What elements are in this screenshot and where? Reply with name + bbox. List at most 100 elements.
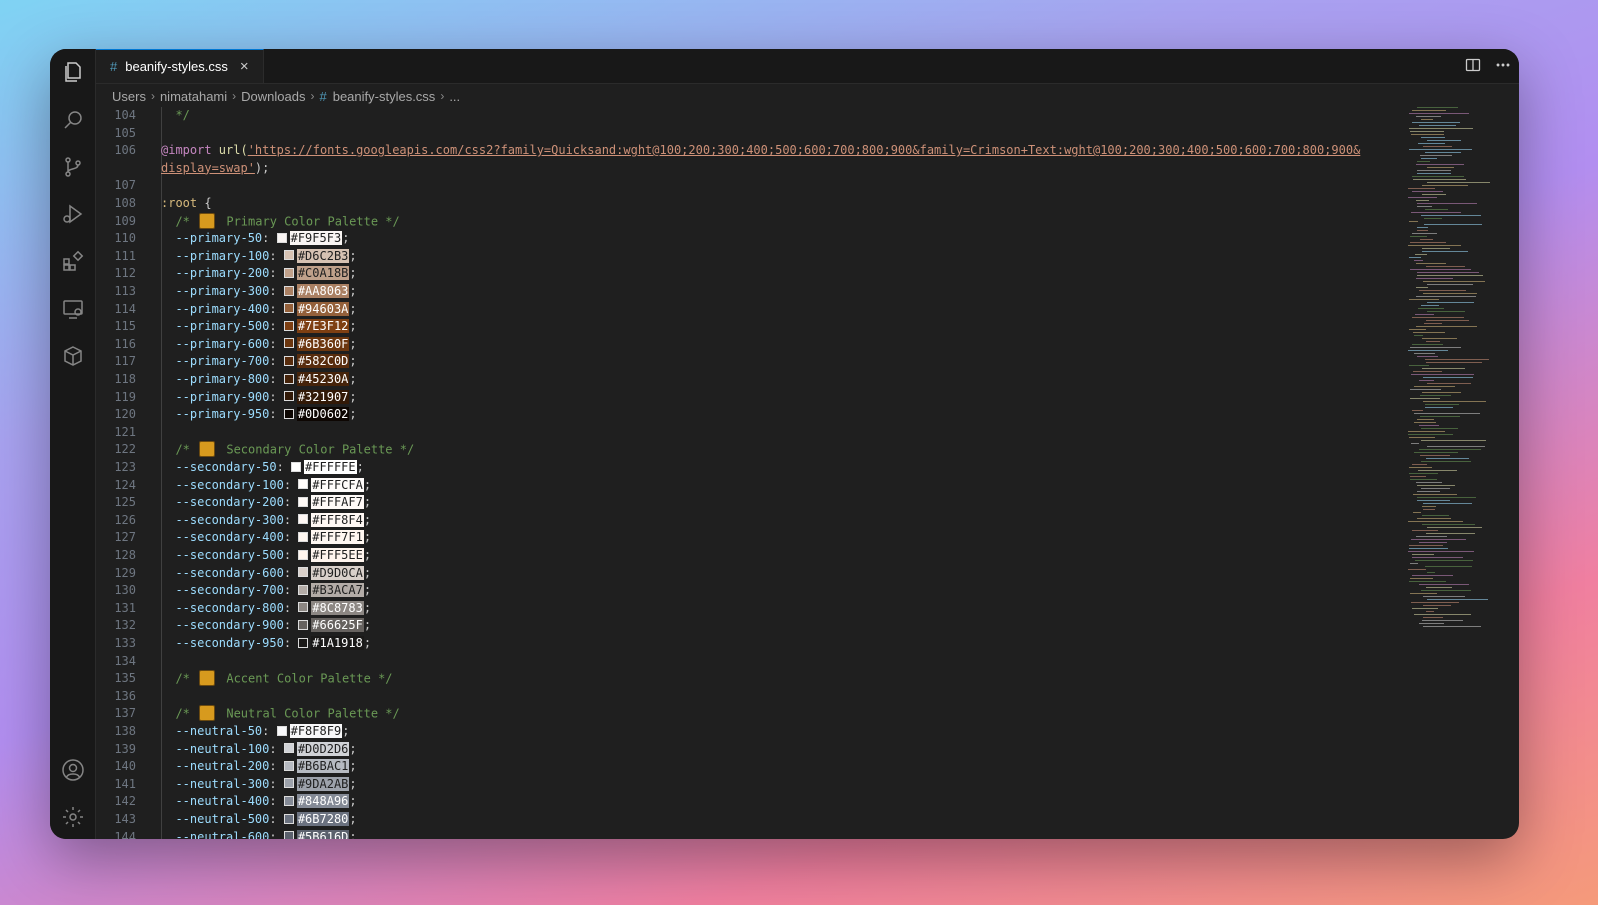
- color-swatch[interactable]: [283, 285, 294, 296]
- minimap-line: [1413, 494, 1457, 495]
- breadcrumb-symbol[interactable]: ...: [449, 89, 460, 104]
- color-swatch[interactable]: [283, 760, 294, 771]
- minimap-line: [1411, 539, 1466, 540]
- color-swatch[interactable]: [298, 567, 309, 578]
- code-line: 125 --secondary-200: #FFFAF7;: [96, 494, 371, 512]
- color-swatch[interactable]: [283, 743, 294, 754]
- color-swatch[interactable]: [291, 461, 302, 472]
- code-token: --secondary-600: [161, 565, 284, 580]
- color-swatch[interactable]: [298, 496, 309, 507]
- tab-beanify-styles[interactable]: # beanify-styles.css ×: [96, 49, 264, 83]
- minimap-line: [1427, 311, 1465, 312]
- minimap-line: [1417, 518, 1451, 519]
- minimap-line: [1413, 179, 1466, 180]
- minimap-line: [1419, 290, 1466, 291]
- code-token: /*: [161, 706, 198, 721]
- minimap-line: [1423, 626, 1481, 627]
- minimap-line: [1422, 194, 1446, 195]
- minimap-line: [1427, 140, 1461, 141]
- breadcrumb-file[interactable]: beanify-styles.css: [333, 89, 436, 104]
- breadcrumb-downloads[interactable]: Downloads: [241, 89, 305, 104]
- color-swatch[interactable]: [283, 408, 294, 419]
- run-debug-icon[interactable]: [60, 201, 85, 226]
- color-swatch[interactable]: [283, 391, 294, 402]
- search-icon[interactable]: [60, 107, 85, 132]
- remote-explorer-icon[interactable]: [60, 296, 85, 321]
- code-line: 117 --primary-700: #582C0D;: [96, 353, 357, 371]
- color-swatch[interactable]: [283, 373, 294, 384]
- line-number: 122: [114, 442, 136, 457]
- color-value: #B6BAC1: [296, 759, 350, 774]
- split-editor-icon[interactable]: [1465, 57, 1481, 76]
- minimap-line: [1427, 383, 1471, 384]
- line-number: 137: [114, 706, 136, 721]
- code-token: :: [269, 336, 284, 351]
- minimap-line: [1411, 212, 1461, 213]
- settings-gear-icon[interactable]: [60, 804, 85, 829]
- line-number: 113: [114, 284, 136, 298]
- files-icon[interactable]: [60, 59, 85, 84]
- minimap-line: [1413, 512, 1421, 513]
- color-swatch[interactable]: [283, 338, 294, 349]
- minimap-line: [1427, 446, 1485, 447]
- color-swatch[interactable]: [298, 619, 309, 630]
- breadcrumb-users[interactable]: Users: [112, 89, 146, 104]
- code-text: /* Secondary Color Palette */: [161, 441, 414, 459]
- line-number: 143: [114, 812, 136, 826]
- color-swatch[interactable]: [276, 232, 287, 243]
- color-swatch[interactable]: [298, 514, 309, 525]
- package-icon[interactable]: [60, 343, 85, 368]
- minimap-line: [1414, 422, 1436, 423]
- color-swatch[interactable]: [283, 355, 294, 366]
- source-control-icon[interactable]: [60, 154, 85, 179]
- breadcrumb: Users › nimatahami › Downloads › # beani…: [112, 85, 460, 107]
- color-swatch[interactable]: [283, 303, 294, 314]
- color-swatch[interactable]: [298, 584, 309, 595]
- palette-emoji-icon: [199, 670, 216, 687]
- activity-bar: [50, 49, 96, 839]
- code-text: --primary-900: #321907;: [161, 389, 357, 407]
- minimap-line: [1408, 245, 1461, 246]
- code-token: --primary-400: [161, 301, 270, 316]
- color-swatch[interactable]: [283, 795, 294, 806]
- account-icon[interactable]: [60, 757, 85, 782]
- line-number: 105: [114, 125, 136, 140]
- color-swatch[interactable]: [298, 479, 309, 490]
- code-line: 131 --secondary-800: #8C8783;: [96, 600, 371, 618]
- color-swatch[interactable]: [283, 831, 294, 839]
- code-token: @import: [161, 143, 219, 158]
- close-icon[interactable]: ×: [240, 58, 249, 75]
- minimap-line: [1414, 614, 1471, 615]
- minimap-line: [1412, 557, 1463, 558]
- color-swatch[interactable]: [276, 725, 287, 736]
- code-line: 108:root {: [96, 195, 211, 213]
- color-swatch[interactable]: [283, 813, 294, 824]
- code-token: --secondary-700: [161, 583, 284, 598]
- code-token: ;: [349, 794, 357, 809]
- color-swatch[interactable]: [298, 637, 309, 648]
- code-text: --secondary-400: #FFF7F1;: [161, 529, 371, 547]
- breadcrumb-user[interactable]: nimatahami: [160, 89, 227, 104]
- minimap-line: [1411, 443, 1419, 444]
- minimap-line: [1419, 623, 1444, 624]
- code-token: */: [161, 108, 190, 122]
- color-swatch[interactable]: [298, 602, 309, 613]
- code-editor[interactable]: 104 */105 106 @import url('https://fonts.g…: [96, 107, 1400, 839]
- color-swatch[interactable]: [283, 267, 294, 278]
- minimap[interactable]: [1408, 107, 1519, 839]
- color-value: #F8F8F9: [289, 724, 343, 738]
- code-token: Primary Color Palette */: [219, 214, 400, 229]
- minimap-line: [1410, 479, 1437, 480]
- minimap-line: [1417, 107, 1458, 108]
- color-swatch[interactable]: [283, 320, 294, 331]
- minimap-line: [1409, 548, 1448, 549]
- color-swatch[interactable]: [283, 250, 294, 261]
- minimap-line: [1425, 566, 1472, 567]
- minimap-line: [1420, 155, 1452, 156]
- color-swatch[interactable]: [298, 531, 309, 542]
- color-swatch[interactable]: [298, 549, 309, 560]
- code-line: 118 --primary-800: #45230A;: [96, 371, 357, 389]
- extensions-icon[interactable]: [60, 248, 85, 273]
- color-swatch[interactable]: [283, 778, 294, 789]
- more-actions-icon[interactable]: [1495, 57, 1511, 76]
